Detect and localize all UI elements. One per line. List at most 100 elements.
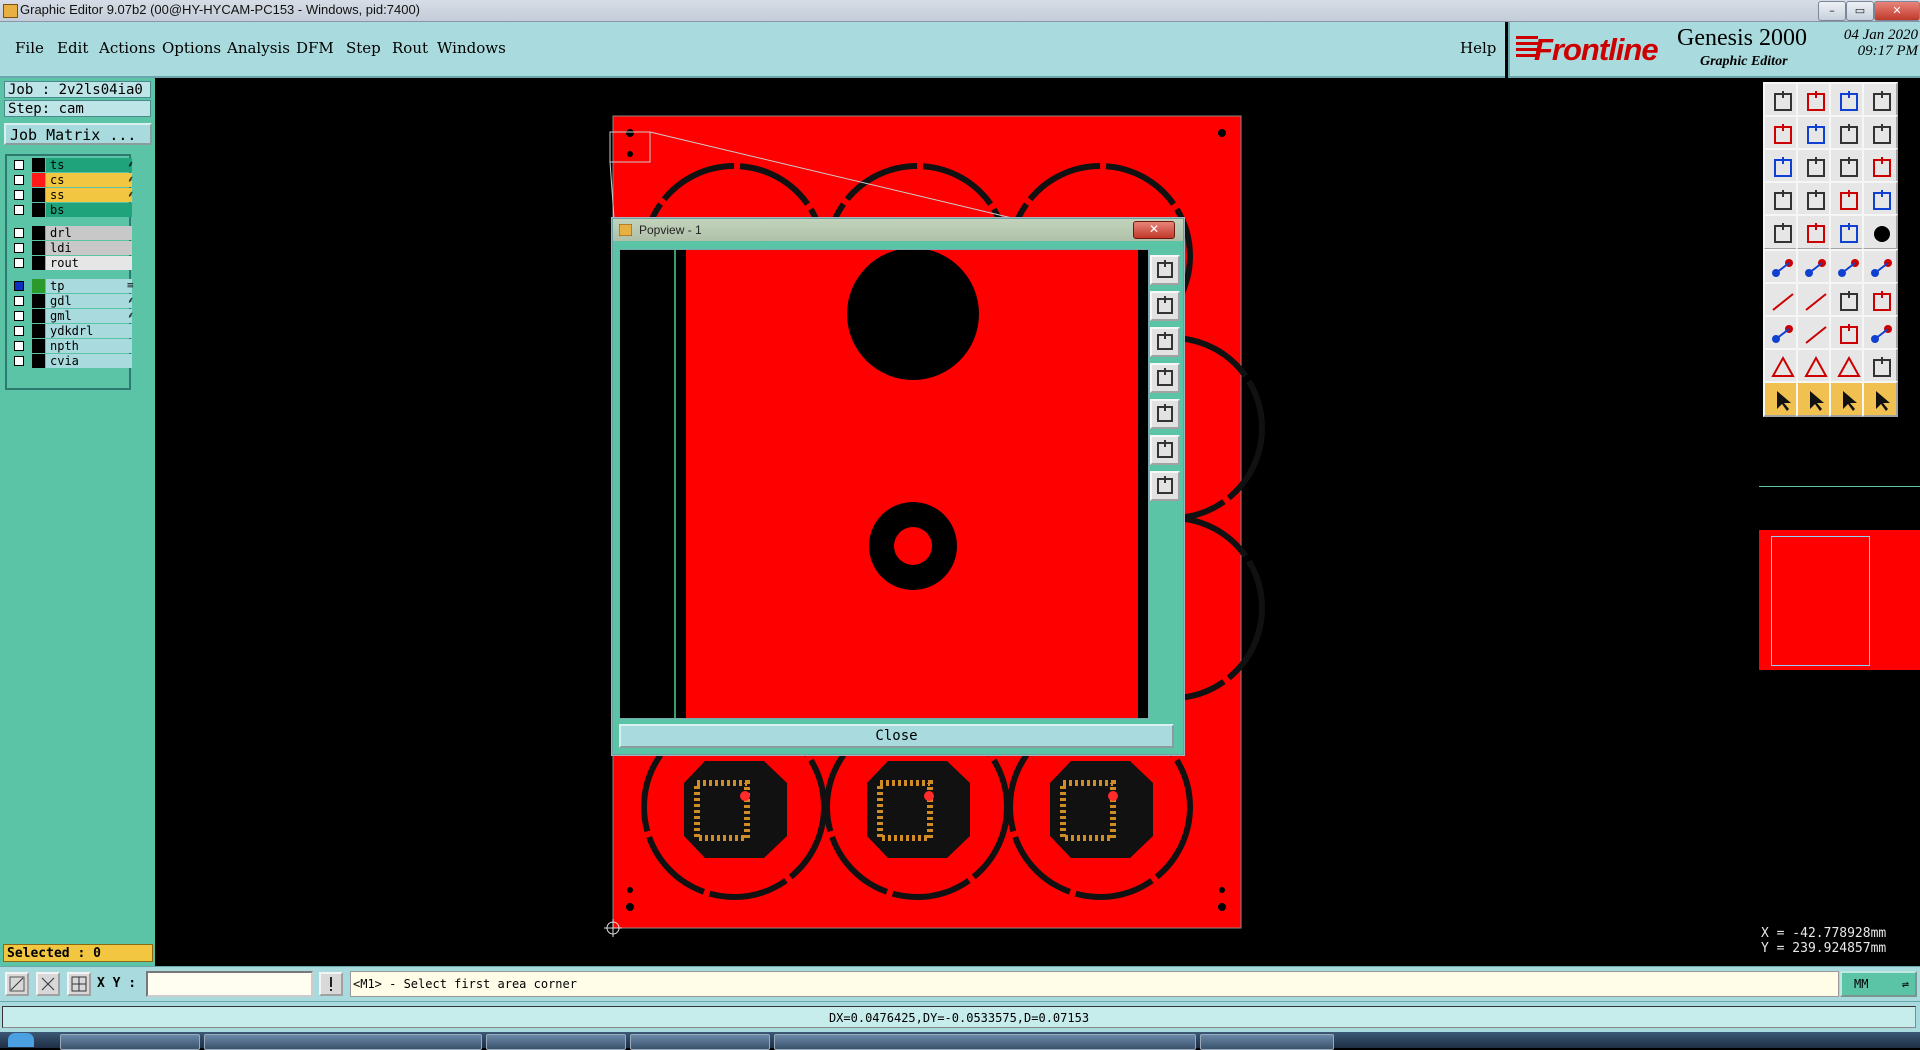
black-dot-icon[interactable] [1862, 214, 1898, 250]
menu-dfm[interactable]: DFM [296, 39, 334, 57]
layer-row-gdl[interactable]: gdl ⸙ [10, 294, 134, 308]
nodes-blue-icon[interactable] [1763, 249, 1799, 285]
layer-row-drl[interactable]: drl [10, 226, 132, 240]
layer-checkbox[interactable] [14, 341, 24, 351]
popview-close-button[interactable]: Close [619, 724, 1174, 748]
menu-edit[interactable]: Edit [57, 39, 88, 57]
red-line-icon[interactable] [1763, 282, 1799, 318]
pan-right-icon[interactable] [1796, 115, 1832, 151]
layer-row-ydkdrl[interactable]: ydkdrl [10, 324, 132, 338]
menu-rout[interactable]: Rout [392, 39, 428, 57]
layer-row-rout[interactable]: rout [10, 256, 132, 270]
select-arrow-2-icon[interactable] [1796, 381, 1832, 417]
red-square-icon[interactable] [1796, 214, 1832, 250]
select-route-icon[interactable] [1862, 381, 1898, 417]
unit-selector[interactable]: MM ⇌ [1840, 971, 1917, 997]
close-window-button[interactable]: ✕ [1874, 1, 1920, 21]
ruler-icon[interactable] [1829, 214, 1865, 250]
pv-pan-up-icon[interactable] [1150, 291, 1180, 321]
menu-step[interactable]: Step [346, 39, 381, 57]
layer-checkbox[interactable] [14, 205, 24, 215]
layer-checkbox[interactable] [14, 190, 24, 200]
rotate-icon[interactable] [1829, 282, 1865, 318]
pan-up-icon[interactable] [1763, 82, 1799, 118]
menu-file[interactable]: File [15, 39, 44, 57]
layer-name[interactable]: gdl ⸙ [46, 294, 134, 308]
measure-icon[interactable] [1829, 315, 1865, 351]
layer-name[interactable]: ss ⸙ [46, 188, 134, 202]
layer-checkbox[interactable] [14, 258, 24, 268]
pv-pan-left-icon[interactable] [1150, 363, 1180, 393]
blue-circles-icon[interactable] [1862, 315, 1898, 351]
grid-icon[interactable] [1796, 181, 1832, 217]
menu-actions[interactable]: Actions [99, 39, 155, 57]
menu-analysis[interactable]: Analysis [227, 39, 290, 57]
alert-icon[interactable] [319, 972, 343, 996]
redo-icon[interactable] [1862, 115, 1898, 151]
layer-name[interactable]: ts ⸙ [46, 158, 134, 172]
layer-checkbox[interactable] [14, 160, 24, 170]
intersect-snap-button[interactable] [36, 972, 60, 996]
help-icon[interactable] [1862, 148, 1898, 184]
maximize-button[interactable]: ▭ [1846, 1, 1874, 21]
camera-icon[interactable] [1763, 214, 1799, 250]
pan-down-icon[interactable] [1796, 82, 1832, 118]
pv-zoom-out-icon[interactable] [1150, 471, 1180, 501]
line-node-icon[interactable] [1829, 249, 1865, 285]
popview-close-x-button[interactable]: ✕ [1133, 221, 1175, 239]
triangle-outline-icon[interactable] [1796, 348, 1832, 384]
layer-row-bs[interactable]: bs [10, 203, 132, 217]
layer-row-cs[interactable]: cs ⸙ [10, 173, 134, 187]
layer-name[interactable]: gml ⸙ [46, 309, 134, 323]
popview-zoom-drawing[interactable] [620, 248, 1148, 718]
layer-name[interactable]: cs ⸙ [46, 173, 134, 187]
red-dash-icon[interactable] [1796, 315, 1832, 351]
layer-toggle-icon[interactable] [1829, 181, 1865, 217]
layer-row-tp[interactable]: tp ≡ [10, 279, 134, 293]
pv-zoom-in-icon[interactable] [1150, 435, 1180, 465]
grid-snap-button[interactable] [67, 972, 91, 996]
layer-checkbox[interactable] [14, 356, 24, 366]
layer-checkbox[interactable] [14, 243, 24, 253]
layer-name[interactable]: ydkdrl [46, 324, 132, 338]
overview-viewport[interactable] [1771, 536, 1870, 666]
layer-name[interactable]: drl [46, 226, 132, 240]
select-arrow-3-icon[interactable] [1829, 381, 1865, 417]
snap-mode-button[interactable] [5, 972, 29, 996]
popview-title-bar[interactable]: Popview - 1 ✕ [613, 219, 1183, 241]
job-matrix-button[interactable]: Job Matrix ... [4, 123, 152, 145]
layer-checkbox[interactable] [14, 175, 24, 185]
layer-checkbox[interactable] [14, 326, 24, 336]
layer-row-gml[interactable]: gml ⸙ [10, 309, 134, 323]
layer-checkbox[interactable] [14, 228, 24, 238]
layer-checkbox[interactable] [14, 311, 24, 321]
mirror-icon[interactable] [1862, 282, 1898, 318]
grid-snap-icon[interactable] [1763, 181, 1799, 217]
pv-pan-right-icon[interactable] [1150, 399, 1180, 429]
home-icon[interactable] [1829, 82, 1865, 118]
layer-name[interactable]: cvia [46, 354, 132, 368]
triangle-red-icon[interactable] [1763, 348, 1799, 384]
scale-1to2-icon[interactable] [1829, 148, 1865, 184]
layer-row-ldi[interactable]: ldi [10, 241, 132, 255]
layer-checkbox[interactable] [14, 296, 24, 306]
minimize-button[interactable]: – [1818, 1, 1846, 21]
layer-name[interactable]: npth [46, 339, 132, 353]
start-button[interactable] [8, 1033, 34, 1047]
select-arrow-icon[interactable] [1763, 381, 1799, 417]
layer-row-ts[interactable]: ts ⸙ [10, 158, 134, 172]
node-square-icon[interactable] [1763, 315, 1799, 351]
pv-pan-down-icon[interactable] [1150, 327, 1180, 357]
zoom-center-icon[interactable] [1796, 148, 1832, 184]
pen-line-icon[interactable] [1796, 282, 1832, 318]
popview-view[interactable] [619, 248, 1149, 719]
layer-name[interactable]: rout [46, 256, 132, 270]
menu-options[interactable]: Options [162, 39, 221, 57]
arc-icon[interactable] [1862, 348, 1898, 384]
layer-row-npth[interactable]: npth [10, 339, 132, 353]
layer-name[interactable]: ldi [46, 241, 132, 255]
pan-left-icon[interactable] [1763, 115, 1799, 151]
layer-row-ss[interactable]: ss ⸙ [10, 188, 134, 202]
window-split-icon[interactable] [1862, 82, 1898, 118]
layer-name[interactable]: tp ≡ [46, 279, 134, 293]
